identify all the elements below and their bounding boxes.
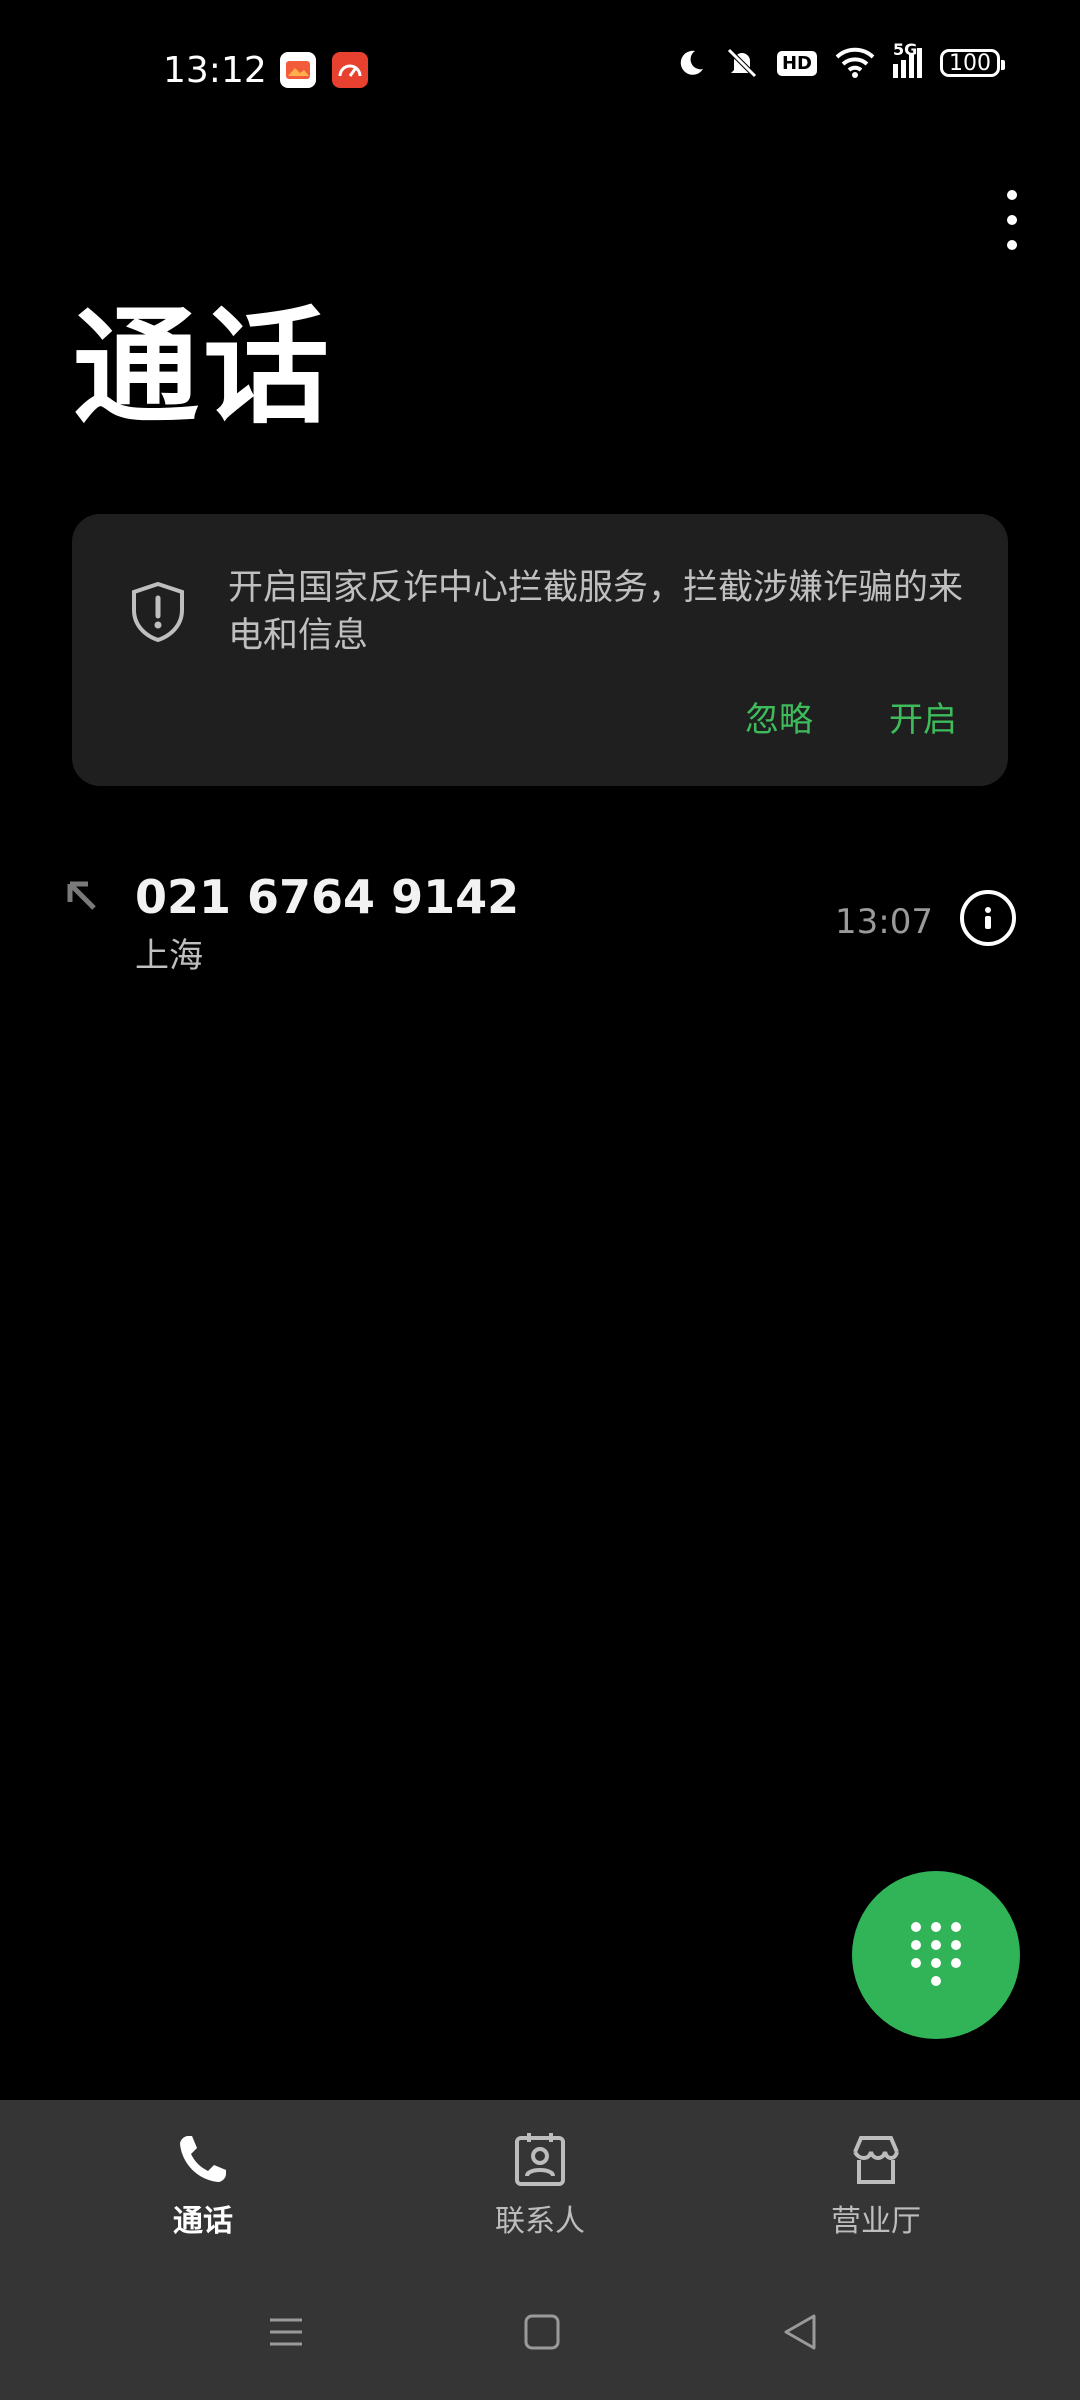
tab-calls-label: 通话	[173, 2204, 233, 2239]
system-navigation-bar	[0, 2268, 1080, 2400]
hd-icon: HD	[776, 50, 817, 76]
dialpad-icon	[911, 1922, 961, 1986]
bottom-navigation: 通话 联系人 营业厅	[0, 2100, 1080, 2268]
tab-calls[interactable]: 通话	[93, 2130, 313, 2240]
contacts-icon	[515, 2133, 565, 2186]
mute-bell-icon	[725, 46, 759, 80]
enable-button[interactable]: 开启	[889, 692, 957, 741]
call-number: 021 6764 9142	[135, 870, 520, 924]
phone-icon	[180, 2136, 226, 2182]
shield-alert-icon	[128, 580, 188, 648]
more-options-button[interactable]	[994, 190, 1030, 250]
page-title: 通话	[73, 294, 333, 441]
battery-icon: 100	[940, 49, 1005, 77]
menu-icon	[270, 2318, 302, 2346]
ignore-button[interactable]: 忽略	[745, 692, 813, 741]
tab-store[interactable]: 营业厅	[766, 2130, 986, 2240]
home-square-icon	[524, 2314, 560, 2350]
call-location: 上海	[135, 936, 203, 976]
menu-button[interactable]	[266, 2312, 306, 2356]
banner-message: 开启国家反诈中心拦截服务，拦截涉嫌诈骗的来电和信息	[228, 568, 964, 656]
status-time: 13:12	[163, 50, 267, 91]
tab-contacts[interactable]: 联系人	[430, 2130, 650, 2240]
call-log-item[interactable]: 021 6764 9142 上海 13:07	[0, 858, 1080, 988]
back-button[interactable]	[780, 2312, 820, 2356]
photo-app-icon	[280, 52, 316, 88]
signal-icon: 5G	[893, 40, 922, 78]
status-icons: HD 5G 100	[675, 40, 1005, 80]
speed-app-icon	[332, 52, 368, 88]
call-time: 13:07	[835, 902, 933, 942]
back-triangle-icon	[784, 2314, 816, 2350]
tab-store-label: 营业厅	[831, 2204, 921, 2239]
dialpad-button[interactable]	[852, 1871, 1020, 2039]
info-button[interactable]	[960, 890, 1016, 946]
moon-icon	[675, 47, 707, 79]
store-icon	[853, 2136, 899, 2184]
tab-contacts-label: 联系人	[495, 2204, 585, 2239]
info-icon	[985, 907, 991, 929]
outgoing-call-arrow-icon	[64, 878, 104, 922]
home-button[interactable]	[522, 2312, 562, 2356]
wifi-icon	[835, 47, 875, 79]
more-vertical-icon	[1007, 190, 1017, 200]
anti-fraud-banner: 开启国家反诈中心拦截服务，拦截涉嫌诈骗的来电和信息 忽略 开启	[72, 514, 1008, 786]
